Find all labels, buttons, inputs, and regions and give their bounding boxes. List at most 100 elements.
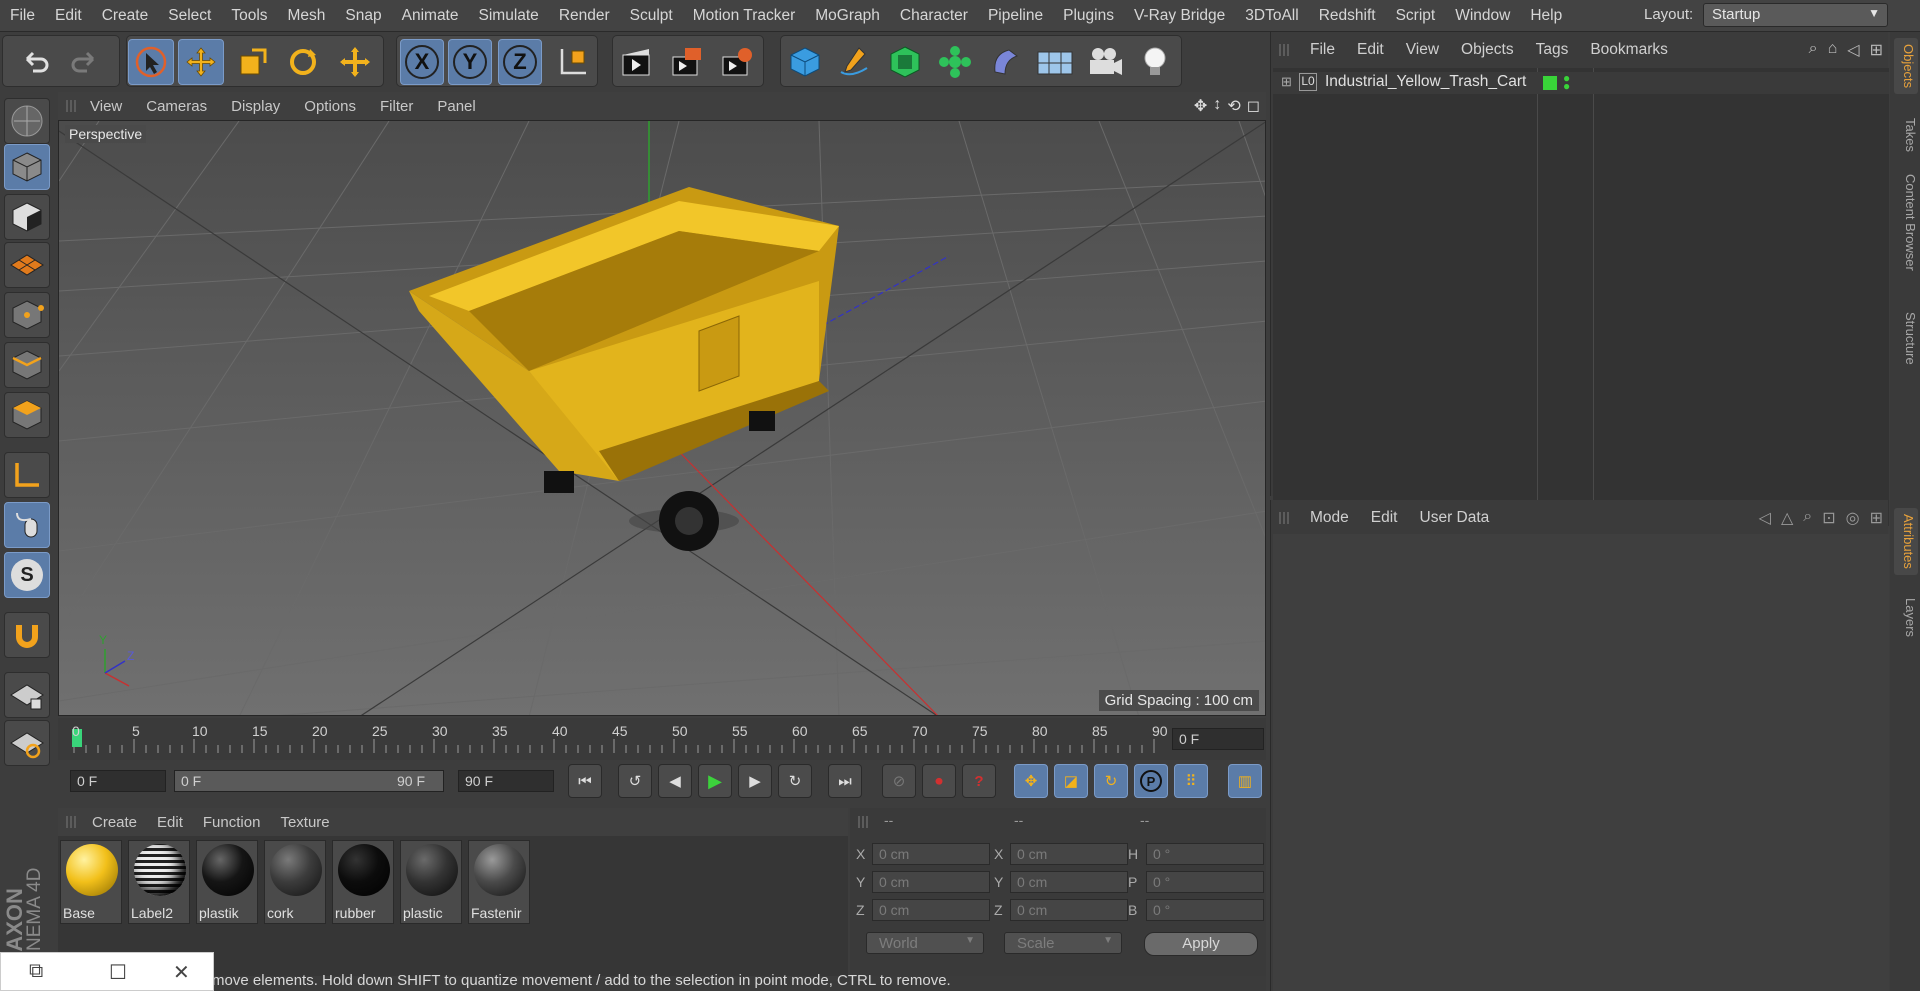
am-menu-mode[interactable]: Mode (1299, 509, 1360, 527)
move-tool-icon[interactable] (178, 39, 224, 85)
menu-tools[interactable]: Tools (221, 7, 277, 25)
search-icon[interactable]: ⌕ (1809, 40, 1818, 60)
material-menu-create[interactable]: Create (82, 814, 147, 831)
current-frame-field[interactable]: 0 F (1172, 728, 1264, 750)
timeline-ruler[interactable]: 0 5 10 15 20 25 30 35 40 45 50 55 60 65 70 75 80 85 90 0 F (58, 718, 1266, 760)
rotation-b-field[interactable]: 0 ° (1146, 899, 1264, 921)
viewport-menu-view[interactable]: View (78, 98, 134, 115)
menu-snap[interactable]: Snap (335, 7, 391, 25)
menu-script[interactable]: Script (1386, 7, 1446, 25)
rotate-tool-icon[interactable] (280, 39, 326, 85)
axis-z-lock[interactable]: Z (498, 39, 542, 85)
maximize-window-icon[interactable]: ☐ (109, 960, 127, 985)
menu-motion-tracker[interactable]: Motion Tracker (683, 7, 806, 25)
position-z-field[interactable]: 0 cm (872, 899, 990, 921)
render-view-icon[interactable] (614, 39, 660, 85)
om-menu-tags[interactable]: Tags (1525, 41, 1580, 59)
size-z-field[interactable]: 0 cm (1010, 899, 1128, 921)
record-active-icon[interactable]: ⏺ (922, 764, 956, 798)
viewport-maximize-icon[interactable]: ◻ (1247, 96, 1260, 116)
workplane-snap-icon[interactable] (4, 720, 50, 766)
material-swatch[interactable]: plastic (400, 840, 462, 924)
previous-key-icon[interactable]: ↺ (618, 764, 652, 798)
om-menu-view[interactable]: View (1395, 41, 1450, 59)
transform-tool-icon[interactable] (332, 39, 378, 85)
autokey-help-icon[interactable]: ? (962, 764, 996, 798)
new-panel-icon[interactable]: ⊞ (1870, 508, 1883, 528)
axis-mode-icon[interactable] (4, 452, 50, 498)
polygons-mode-icon[interactable] (4, 392, 50, 438)
up-arrow-icon[interactable]: △ (1781, 508, 1793, 528)
material-menu-function[interactable]: Function (193, 814, 271, 831)
preview-range-slider[interactable]: 0 F 90 F (174, 770, 444, 792)
material-menu-edit[interactable]: Edit (147, 814, 193, 831)
3d-viewport[interactable]: Perspective Y Z Grid Spacing : 100 cm (58, 120, 1266, 716)
home-icon[interactable]: ⌂ (1828, 40, 1838, 60)
panel-grip-icon[interactable] (858, 816, 870, 828)
rotation-h-field[interactable]: 0 ° (1146, 843, 1264, 865)
deformer-bend-icon[interactable] (982, 39, 1028, 85)
om-menu-bookmarks[interactable]: Bookmarks (1579, 41, 1679, 59)
magnet-snap-icon[interactable] (4, 612, 50, 658)
material-swatch[interactable]: Label2 (128, 840, 190, 924)
menu-simulate[interactable]: Simulate (469, 7, 549, 25)
edges-mode-icon[interactable] (4, 342, 50, 388)
menu-sculpt[interactable]: Sculpt (620, 7, 683, 25)
tab-structure[interactable]: Structure (1894, 312, 1918, 365)
viewport-rotate-icon[interactable]: ⟲ (1227, 96, 1240, 116)
back-icon[interactable]: ◁ (1847, 40, 1859, 60)
key-position-icon[interactable]: ✥ (1014, 764, 1048, 798)
menu-character[interactable]: Character (890, 7, 978, 25)
om-menu-file[interactable]: File (1299, 41, 1346, 59)
undo-icon[interactable] (12, 39, 58, 85)
tab-objects[interactable]: Objects (1894, 38, 1918, 95)
tab-layers[interactable]: Layers (1894, 598, 1918, 637)
key-rotation-icon[interactable]: ↻ (1094, 764, 1128, 798)
redo-icon[interactable] (62, 39, 108, 85)
workplane-mode-icon[interactable] (4, 242, 50, 288)
position-y-field[interactable]: 0 cm (872, 871, 990, 893)
size-y-field[interactable]: 0 cm (1010, 871, 1128, 893)
viewport-menu-options[interactable]: Options (292, 98, 368, 115)
menu-mograph[interactable]: MoGraph (805, 7, 890, 25)
cube-primitive-icon[interactable] (782, 39, 828, 85)
render-settings-icon[interactable] (714, 39, 760, 85)
go-to-end-icon[interactable]: ⏭ (828, 764, 862, 798)
material-swatch[interactable]: plastik (196, 840, 258, 924)
menu-3dtoall[interactable]: 3DToAll (1235, 7, 1308, 25)
coordinate-space-dropdown[interactable]: World ▼ (866, 932, 984, 954)
menu-mesh[interactable]: Mesh (278, 7, 336, 25)
select-cursor-icon[interactable] (128, 39, 174, 85)
viewport-menu-panel[interactable]: Panel (425, 98, 487, 115)
next-key-icon[interactable]: ↻ (778, 764, 812, 798)
close-window-icon[interactable]: ✕ (173, 960, 190, 985)
tab-content-browser[interactable]: Content Browser (1894, 174, 1918, 271)
viewport-menu-filter[interactable]: Filter (368, 98, 425, 115)
size-mode-dropdown[interactable]: Scale ▼ (1004, 932, 1122, 954)
menu-redshift[interactable]: Redshift (1309, 7, 1386, 25)
go-to-start-icon[interactable]: ⏮ (568, 764, 602, 798)
end-frame-field[interactable]: 90 F (458, 770, 554, 792)
camera-icon[interactable] (1082, 39, 1128, 85)
timeline-window-icon[interactable]: ▥ (1228, 764, 1262, 798)
material-swatch[interactable]: Fastenir (468, 840, 530, 924)
panel-grip-icon[interactable] (1279, 44, 1291, 56)
om-menu-objects[interactable]: Objects (1450, 41, 1525, 59)
panel-grip-icon[interactable] (66, 100, 78, 112)
cloner-icon[interactable] (932, 39, 978, 85)
render-picture-viewer-icon[interactable] (664, 39, 710, 85)
menu-window[interactable]: Window (1445, 7, 1520, 25)
pen-spline-icon[interactable] (832, 39, 878, 85)
visibility-dots-icon[interactable]: ● ● (1563, 72, 1570, 92)
object-name[interactable]: Industrial_Yellow_Trash_Cart (1325, 73, 1526, 91)
panel-grip-icon[interactable] (66, 816, 78, 828)
axis-y-lock[interactable]: Y (448, 39, 492, 85)
maxon-sphere-icon[interactable] (4, 98, 50, 144)
menu-pipeline[interactable]: Pipeline (978, 7, 1053, 25)
new-panel-icon[interactable]: ⊞ (1870, 40, 1883, 60)
viewport-zoom-icon[interactable]: ↕ (1213, 96, 1221, 116)
layer-color-swatch[interactable] (1543, 76, 1557, 90)
expand-icon[interactable]: ⊞ (1281, 74, 1292, 90)
menu-create[interactable]: Create (92, 7, 159, 25)
apply-button[interactable]: Apply (1144, 932, 1258, 956)
